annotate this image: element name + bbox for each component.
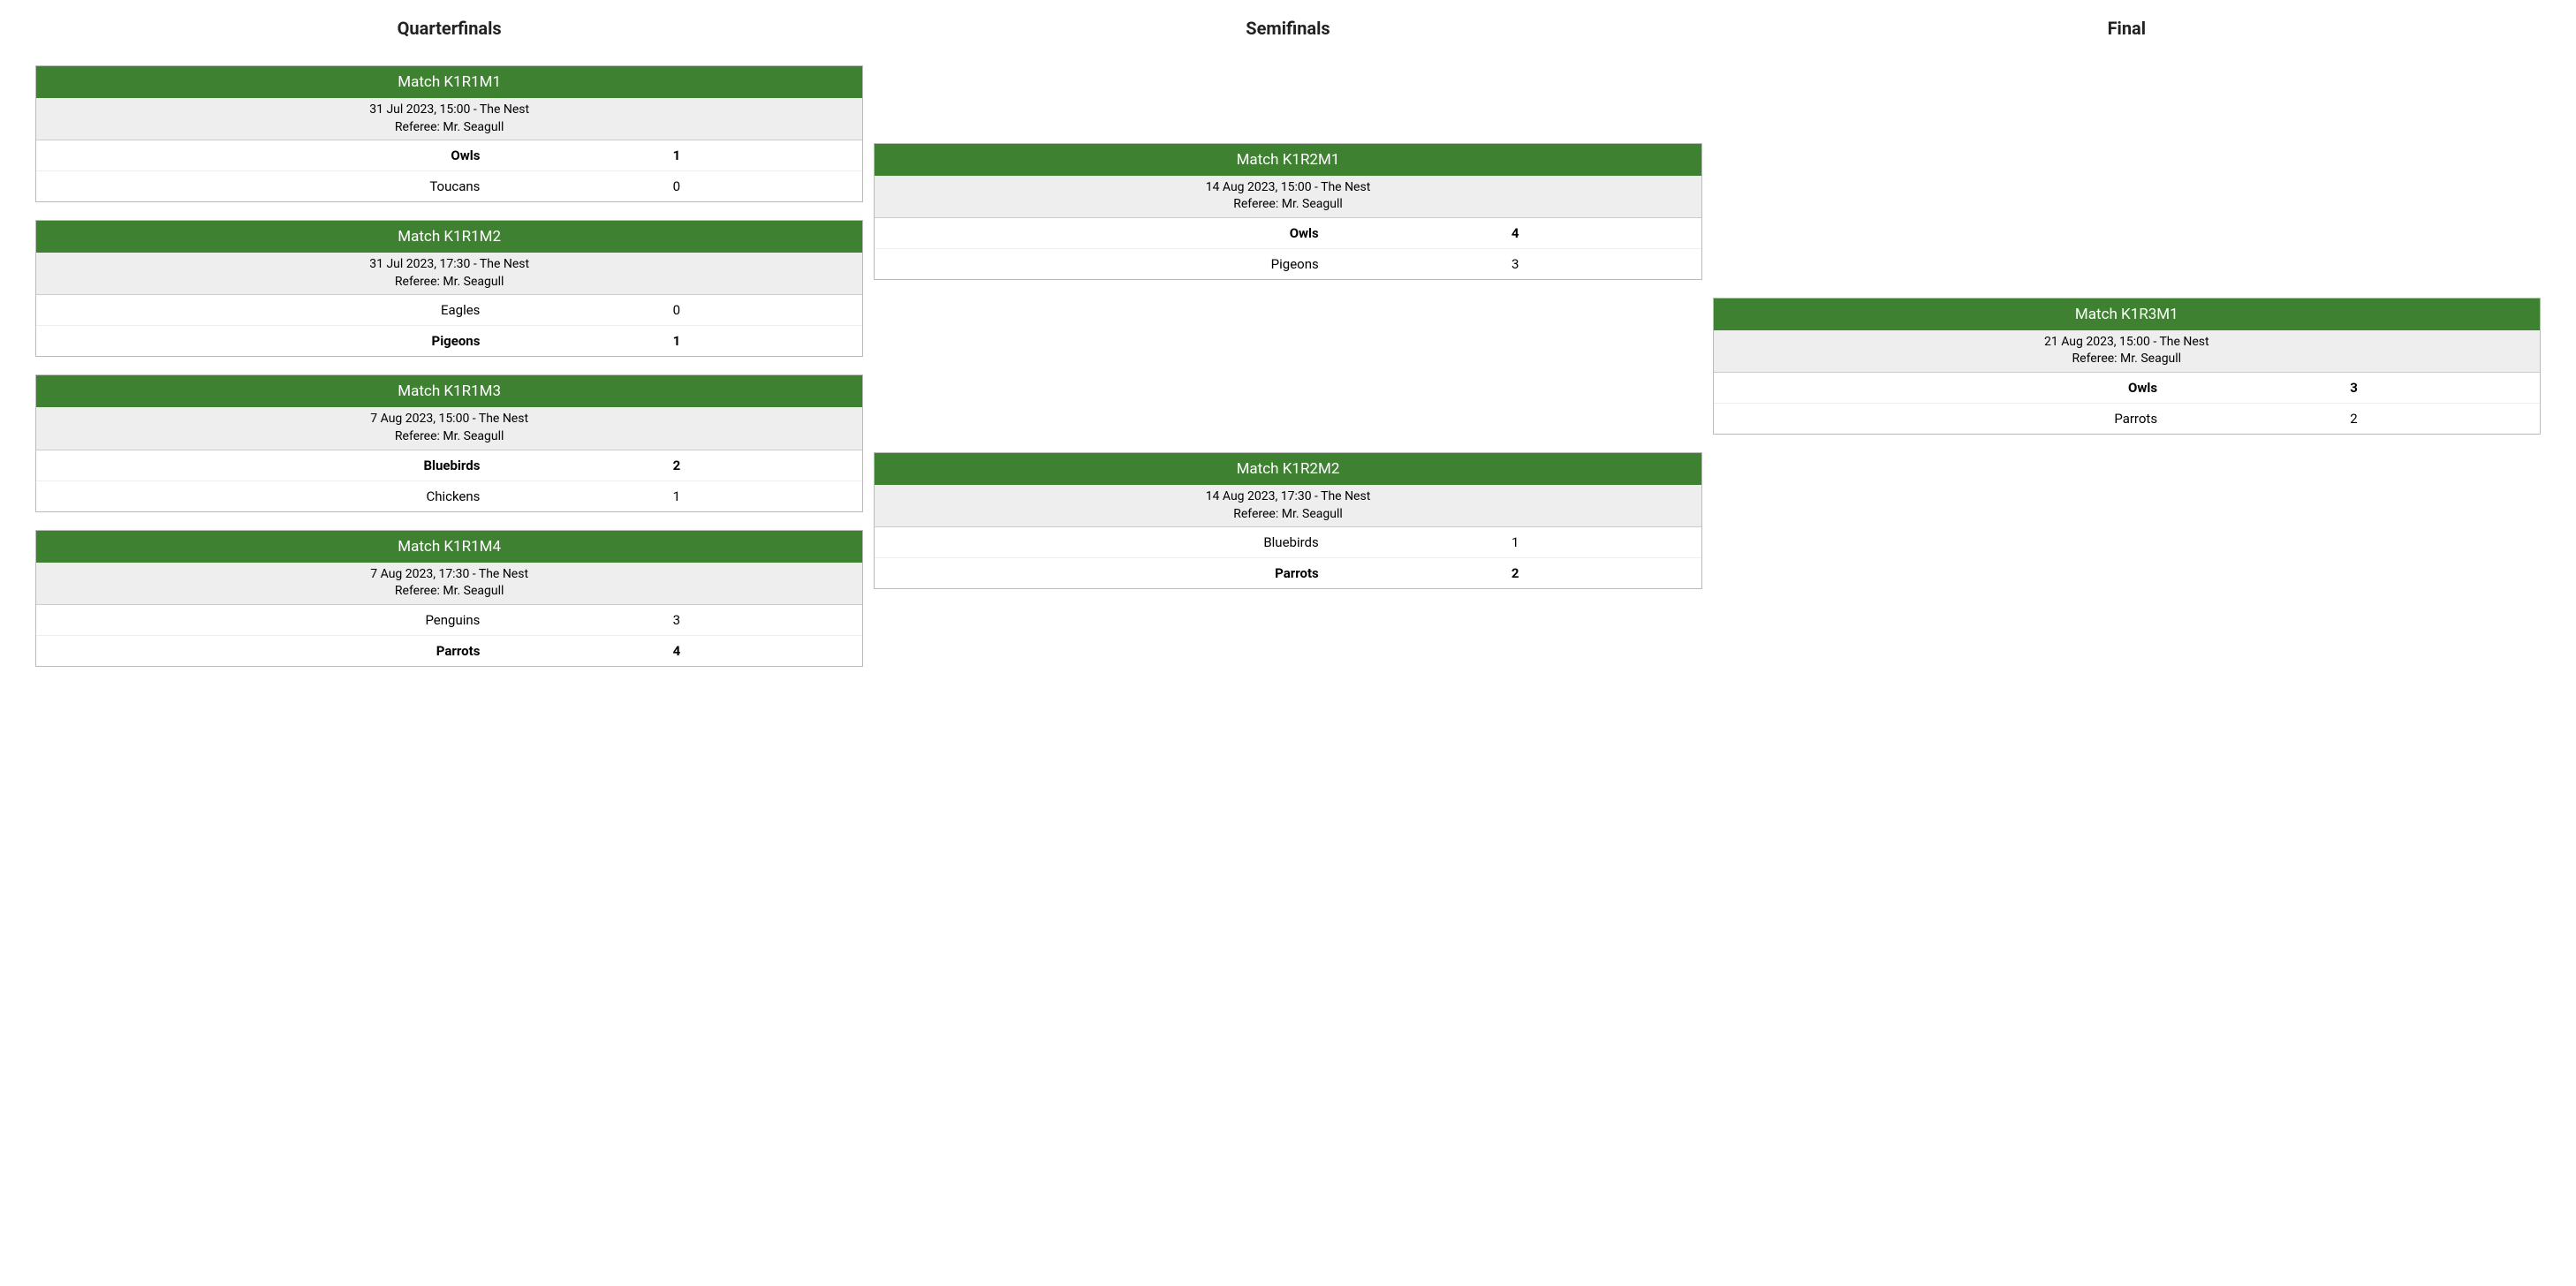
match-header: Match K1R2M1 (875, 144, 1701, 176)
matches-container: Match K1R3M121 Aug 2023, 15:00 - The Nes… (1713, 57, 2541, 676)
match-header: Match K1R3M1 (1714, 299, 2540, 330)
match-datetime-venue: 7 Aug 2023, 15:00 - The Nest (36, 411, 862, 428)
team-name: Parrots (1714, 411, 2168, 427)
team-score: 0 (490, 178, 862, 194)
match-header: Match K1R2M2 (875, 453, 1701, 485)
match-card: Match K1R1M47 Aug 2023, 17:30 - The Nest… (35, 530, 863, 667)
team-name: Owls (36, 148, 490, 163)
team-score: 3 (1330, 256, 1701, 272)
team-row: Eagles0 (36, 295, 862, 325)
team-score: 2 (1330, 565, 1701, 581)
match-datetime-venue: 7 Aug 2023, 17:30 - The Nest (36, 566, 862, 584)
match-referee: Referee: Mr. Seagull (875, 196, 1701, 214)
round-title: Quarterfinals (35, 18, 863, 39)
match-card: Match K1R1M37 Aug 2023, 15:00 - The Nest… (35, 374, 863, 511)
match-datetime-venue: 31 Jul 2023, 17:30 - The Nest (36, 256, 862, 274)
team-name: Bluebirds (36, 458, 490, 473)
team-row: Pigeons3 (875, 248, 1701, 279)
match-referee: Referee: Mr. Seagull (875, 506, 1701, 524)
team-row: Owls3 (1714, 373, 2540, 403)
match-info: 7 Aug 2023, 17:30 - The NestReferee: Mr.… (36, 563, 862, 605)
match-referee: Referee: Mr. Seagull (36, 274, 862, 291)
team-name: Pigeons (36, 333, 490, 349)
match-header: Match K1R1M4 (36, 531, 862, 563)
team-score: 2 (2168, 411, 2540, 427)
team-row: Bluebirds1 (875, 527, 1701, 557)
matches-container: Match K1R2M114 Aug 2023, 15:00 - The Nes… (874, 57, 1701, 676)
team-score: 4 (1330, 225, 1701, 241)
team-score: 2 (490, 458, 862, 473)
team-score: 3 (490, 612, 862, 628)
team-name: Parrots (36, 643, 490, 659)
team-name: Owls (875, 225, 1329, 241)
team-score: 3 (2168, 380, 2540, 396)
bracket-column: QuarterfinalsMatch K1R1M131 Jul 2023, 15… (35, 18, 863, 676)
match-header: Match K1R1M1 (36, 66, 862, 98)
team-name: Owls (1714, 380, 2168, 396)
team-row: Chickens1 (36, 480, 862, 511)
match-header: Match K1R1M2 (36, 221, 862, 253)
match-info: 31 Jul 2023, 17:30 - The NestReferee: Mr… (36, 253, 862, 295)
match-info: 14 Aug 2023, 17:30 - The NestReferee: Mr… (875, 485, 1701, 527)
bracket-column: SemifinalsMatch K1R2M114 Aug 2023, 15:00… (874, 18, 1701, 676)
team-name: Pigeons (875, 256, 1329, 272)
team-name: Parrots (875, 565, 1329, 581)
tournament-bracket: QuarterfinalsMatch K1R1M131 Jul 2023, 15… (35, 18, 2541, 676)
team-row: Penguins3 (36, 605, 862, 635)
team-row: Owls1 (36, 140, 862, 170)
team-score: 0 (490, 302, 862, 318)
match-info: 7 Aug 2023, 15:00 - The NestReferee: Mr.… (36, 407, 862, 450)
team-name: Penguins (36, 612, 490, 628)
team-row: Parrots2 (875, 557, 1701, 588)
team-name: Bluebirds (875, 534, 1329, 550)
match-referee: Referee: Mr. Seagull (36, 119, 862, 137)
team-score: 4 (490, 643, 862, 659)
round-title: Semifinals (874, 18, 1701, 39)
team-score: 1 (490, 148, 862, 163)
team-row: Bluebirds2 (36, 450, 862, 480)
match-datetime-venue: 31 Jul 2023, 15:00 - The Nest (36, 102, 862, 119)
team-name: Chickens (36, 488, 490, 504)
match-card: Match K1R1M231 Jul 2023, 17:30 - The Nes… (35, 220, 863, 357)
match-datetime-venue: 14 Aug 2023, 15:00 - The Nest (875, 179, 1701, 197)
match-info: 31 Jul 2023, 15:00 - The NestReferee: Mr… (36, 98, 862, 140)
match-card: Match K1R1M131 Jul 2023, 15:00 - The Nes… (35, 65, 863, 202)
match-referee: Referee: Mr. Seagull (36, 428, 862, 446)
team-row: Parrots4 (36, 635, 862, 666)
match-card: Match K1R2M114 Aug 2023, 15:00 - The Nes… (874, 143, 1701, 280)
team-name: Eagles (36, 302, 490, 318)
matches-container: Match K1R1M131 Jul 2023, 15:00 - The Nes… (35, 57, 863, 676)
team-score: 1 (490, 333, 862, 349)
match-datetime-venue: 21 Aug 2023, 15:00 - The Nest (1714, 334, 2540, 352)
match-referee: Referee: Mr. Seagull (1714, 351, 2540, 368)
team-row: Parrots2 (1714, 403, 2540, 434)
team-row: Owls4 (875, 218, 1701, 248)
match-referee: Referee: Mr. Seagull (36, 583, 862, 601)
team-row: Toucans0 (36, 170, 862, 201)
match-card: Match K1R3M121 Aug 2023, 15:00 - The Nes… (1713, 298, 2541, 435)
match-card: Match K1R2M214 Aug 2023, 17:30 - The Nes… (874, 452, 1701, 589)
match-datetime-venue: 14 Aug 2023, 17:30 - The Nest (875, 488, 1701, 506)
round-title: Final (1713, 18, 2541, 39)
team-name: Toucans (36, 178, 490, 194)
match-header: Match K1R1M3 (36, 375, 862, 407)
team-row: Pigeons1 (36, 325, 862, 356)
bracket-column: FinalMatch K1R3M121 Aug 2023, 15:00 - Th… (1713, 18, 2541, 676)
match-info: 14 Aug 2023, 15:00 - The NestReferee: Mr… (875, 176, 1701, 218)
match-info: 21 Aug 2023, 15:00 - The NestReferee: Mr… (1714, 330, 2540, 373)
team-score: 1 (490, 488, 862, 504)
team-score: 1 (1330, 534, 1701, 550)
